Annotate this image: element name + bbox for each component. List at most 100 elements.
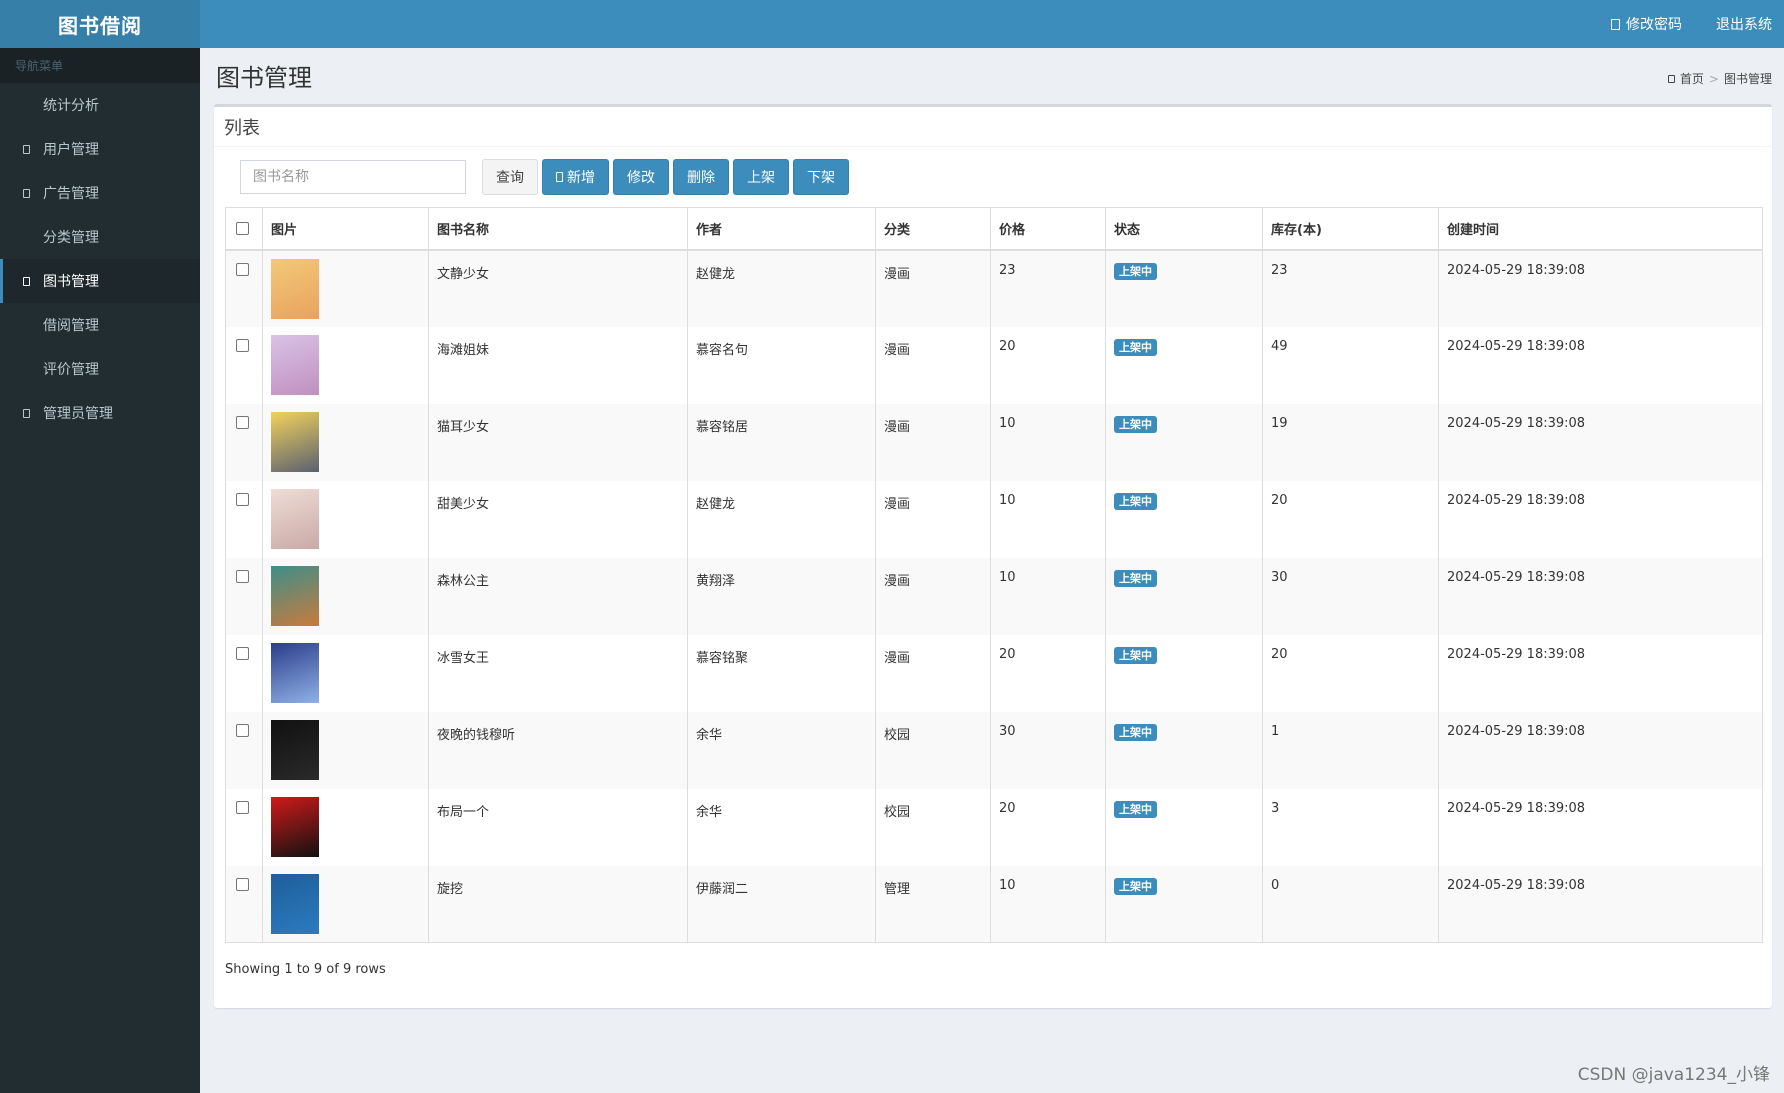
table-header-row: 图片 图书名称 作者 分类 价格 状态 库存(本) 创建时间 <box>225 207 1763 251</box>
row-checkbox[interactable] <box>236 338 249 352</box>
sidebar-item[interactable]: 管理员管理 <box>0 391 200 435</box>
cell-price: 10 <box>990 480 1106 558</box>
column-header[interactable]: 图片 <box>262 207 429 251</box>
cell-name: 猫耳少女 <box>428 403 688 481</box>
nav-list: 统计分析用户管理广告管理分类管理图书管理借阅管理评价管理管理员管理 <box>0 83 200 435</box>
cell-created: 2024-05-29 18:39:08 <box>1438 403 1763 481</box>
cell-created: 2024-05-29 18:39:08 <box>1438 865 1763 943</box>
row-checkbox[interactable] <box>236 262 249 276</box>
watermark: CSDN @java1234_小锋 <box>1577 1065 1770 1085</box>
delete-button[interactable]: 删除 <box>673 159 729 195</box>
book-cover-image[interactable] <box>271 642 319 703</box>
column-header[interactable]: 分类 <box>875 207 991 251</box>
book-cover-image[interactable] <box>271 873 319 934</box>
table-row[interactable]: 旋挖 伊藤润二 管理 10 上架中 0 2024-05-29 18:39:08 <box>225 865 1763 943</box>
book-cover-image[interactable] <box>271 411 319 472</box>
cover-cell <box>262 788 429 866</box>
cell-created: 2024-05-29 18:39:08 <box>1438 480 1763 558</box>
sidebar-item[interactable]: 评价管理 <box>0 347 200 391</box>
sidebar-item[interactable]: 图书管理 <box>0 259 200 303</box>
cell-status: 上架中 <box>1105 249 1263 327</box>
row-checkbox[interactable] <box>236 723 249 737</box>
sidebar-item[interactable]: 借阅管理 <box>0 303 200 347</box>
cell-author: 黄翔泽 <box>687 557 876 635</box>
cover-cell <box>262 557 429 635</box>
cell-price: 30 <box>990 711 1106 789</box>
row-checkbox[interactable] <box>236 800 249 814</box>
column-header[interactable]: 作者 <box>687 207 876 251</box>
book-table: 图片 图书名称 作者 分类 价格 状态 库存(本) 创建时间 文静少女 赵健龙 漫画… <box>225 207 1763 943</box>
cell-created: 2024-05-29 18:39:08 <box>1438 326 1763 404</box>
cell-status: 上架中 <box>1105 788 1263 866</box>
logout-link[interactable]: 退出系统 <box>1716 14 1772 34</box>
column-header[interactable]: 创建时间 <box>1438 207 1763 251</box>
book-cover-image[interactable] <box>271 796 319 857</box>
book-cover-image[interactable] <box>271 258 319 319</box>
cell-category: 漫画 <box>875 403 991 481</box>
book-cover-image[interactable] <box>271 488 319 549</box>
toolbar: 查询 新增 修改 删除 上架 下架 <box>240 159 849 195</box>
cell-name: 布局一个 <box>428 788 688 866</box>
sidebar-item[interactable]: 统计分析 <box>0 83 200 127</box>
status-badge: 上架中 <box>1114 492 1157 510</box>
row-checkbox[interactable] <box>236 646 249 660</box>
sidebar-item[interactable]: 用户管理 <box>0 127 200 171</box>
cover-cell <box>262 249 429 327</box>
cell-category: 漫画 <box>875 557 991 635</box>
column-header[interactable]: 状态 <box>1105 207 1263 251</box>
breadcrumb-current: 图书管理 <box>1723 72 1772 86</box>
column-header[interactable]: 图书名称 <box>428 207 688 251</box>
sidebar-item-label: 用户管理 <box>43 142 99 158</box>
breadcrumb-home[interactable]: 首页 <box>1680 70 1704 87</box>
cell-category: 漫画 <box>875 634 991 712</box>
table-row[interactable]: 夜晚的钱穆听 余华 校园 30 上架中 1 2024-05-29 18:39:08 <box>225 711 1763 789</box>
row-checkbox[interactable] <box>236 877 249 891</box>
row-checkbox[interactable] <box>236 415 249 429</box>
add-button[interactable]: 新增 <box>542 159 609 195</box>
cell-status: 上架中 <box>1105 711 1263 789</box>
table-row[interactable]: 布局一个 余华 校园 20 上架中 3 2024-05-29 18:39:08 <box>225 788 1763 866</box>
book-name-search-input[interactable] <box>240 160 466 194</box>
column-header[interactable]: 库存(本) <box>1262 207 1439 251</box>
change-password-link[interactable]: 修改密码 <box>1611 14 1682 34</box>
cover-cell <box>262 634 429 712</box>
status-badge: 上架中 <box>1114 338 1157 356</box>
cell-author: 慕容名句 <box>687 326 876 404</box>
table-row[interactable]: 冰雪女王 慕容铭聚 漫画 20 上架中 20 2024-05-29 18:39:08 <box>225 634 1763 712</box>
sidebar-item-label: 借阅管理 <box>43 318 99 334</box>
sidebar-item-label: 统计分析 <box>43 98 99 114</box>
unshelve-button[interactable]: 下架 <box>793 159 849 195</box>
table-row[interactable]: 文静少女 赵健龙 漫画 23 上架中 23 2024-05-29 18:39:08 <box>225 249 1763 327</box>
top-navbar: 修改密码 退出系统 <box>200 0 1784 48</box>
status-badge: 上架中 <box>1114 646 1157 664</box>
book-icon <box>23 276 43 286</box>
row-select-cell <box>225 403 263 481</box>
sidebar-item[interactable]: 广告管理 <box>0 171 200 215</box>
cell-price: 10 <box>990 403 1106 481</box>
select-all-checkbox[interactable] <box>236 221 249 235</box>
sidebar-item-label: 广告管理 <box>43 186 99 202</box>
table-row[interactable]: 森林公主 黄翔泽 漫画 10 上架中 30 2024-05-29 18:39:08 <box>225 557 1763 635</box>
book-cover-image[interactable] <box>271 334 319 395</box>
cell-status: 上架中 <box>1105 480 1263 558</box>
app-logo[interactable]: 图书借阅 <box>0 0 200 48</box>
icon-glyph <box>23 408 30 418</box>
query-button[interactable]: 查询 <box>482 159 538 195</box>
sidebar-item-label: 分类管理 <box>43 230 99 246</box>
table-row[interactable]: 甜美少女 赵健龙 漫画 10 上架中 20 2024-05-29 18:39:08 <box>225 480 1763 558</box>
book-cover-image[interactable] <box>271 719 319 780</box>
sidebar-item-label: 管理员管理 <box>43 406 113 422</box>
sidebar-item[interactable]: 分类管理 <box>0 215 200 259</box>
cell-category: 漫画 <box>875 249 991 327</box>
table-row[interactable]: 海滩姐妹 慕容名句 漫画 20 上架中 49 2024-05-29 18:39:08 <box>225 326 1763 404</box>
sidebar-item-label: 图书管理 <box>43 274 99 290</box>
row-checkbox[interactable] <box>236 492 249 506</box>
table-row[interactable]: 猫耳少女 慕容铭居 漫画 10 上架中 19 2024-05-29 18:39:08 <box>225 403 1763 481</box>
cell-price: 20 <box>990 326 1106 404</box>
edit-button[interactable]: 修改 <box>613 159 669 195</box>
column-header[interactable]: 价格 <box>990 207 1106 251</box>
row-checkbox[interactable] <box>236 569 249 583</box>
book-cover-image[interactable] <box>271 565 319 626</box>
shelve-button[interactable]: 上架 <box>733 159 789 195</box>
table-wrap: 图片 图书名称 作者 分类 价格 状态 库存(本) 创建时间 文静少女 赵健龙 漫画… <box>225 207 1763 943</box>
